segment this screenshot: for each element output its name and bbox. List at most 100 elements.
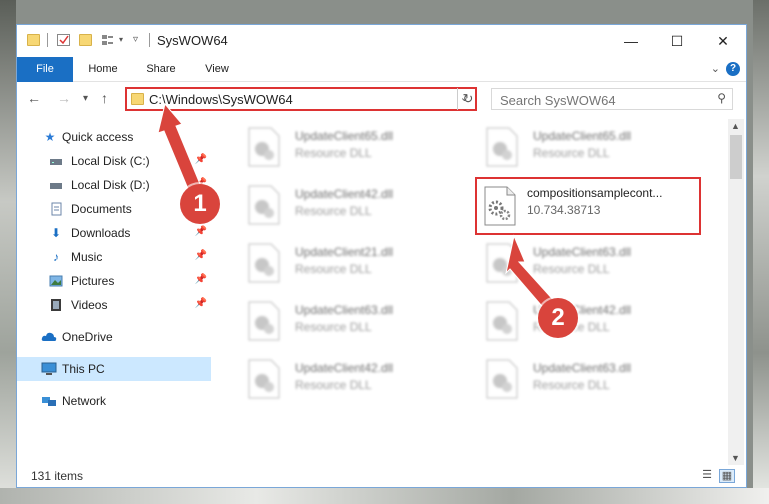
pin-icon[interactable]: 📌 xyxy=(195,298,207,309)
chevron-down-icon[interactable]: ▾ xyxy=(119,34,132,46)
dll-file-icon xyxy=(247,301,281,341)
forward-arrow-icon[interactable]: → xyxy=(57,90,71,106)
sidebar-item-quick-access[interactable]: ★ Quick access xyxy=(17,125,211,149)
scroll-up-icon[interactable]: ▲ xyxy=(731,121,740,131)
close-button[interactable]: ✕ xyxy=(700,25,746,57)
sidebar-item-onedrive[interactable]: OneDrive xyxy=(17,325,211,349)
file-explorer-window: ▾ ▿ SysWOW64 — ☐ ✕ File Home Share View … xyxy=(16,24,747,488)
properties-icon[interactable] xyxy=(57,34,70,46)
address-bar[interactable]: C:\Windows\SysWOW64 ⌄ xyxy=(125,87,477,111)
search-input[interactable] xyxy=(498,91,702,109)
minimize-button[interactable]: — xyxy=(608,25,654,57)
file-name: compositionsamplecont... xyxy=(527,186,663,200)
dll-file-icon xyxy=(247,359,281,399)
tab-view[interactable]: View xyxy=(193,57,241,81)
title-separator xyxy=(47,33,48,47)
desktop-background-bottom xyxy=(0,488,769,504)
file-item[interactable]: UpdateClient42.dll Resource DLL xyxy=(239,353,465,403)
navigation-bar: ← → ▾ ↑ C:\Windows\SysWOW64 ⌄ ↻ ⚲ xyxy=(17,82,746,118)
sidebar-item-label: Local Disk (C:) xyxy=(71,154,150,168)
dll-file-icon xyxy=(483,186,517,226)
customize-toolbar-icon[interactable]: ▿ xyxy=(133,34,146,46)
maximize-button[interactable]: ☐ xyxy=(654,25,700,57)
file-version: 10.734.38713 xyxy=(527,203,601,217)
file-name: UpdateClient42.dll xyxy=(295,187,394,201)
status-bar: 131 items ☰ ▦ xyxy=(17,465,746,487)
file-item[interactable]: UpdateClient65.dll Resource DLL xyxy=(239,121,465,171)
tab-share[interactable]: Share xyxy=(137,57,185,81)
callout-1-badge: 1 xyxy=(180,184,220,224)
sidebar-item-label: OneDrive xyxy=(62,330,113,344)
new-folder-icon[interactable] xyxy=(79,34,92,46)
item-count: 131 items xyxy=(31,469,84,483)
search-icon[interactable]: ⚲ xyxy=(717,91,726,105)
ribbon-tabs: File Home Share View ⌄ ? xyxy=(17,57,746,107)
file-name: UpdateClient21.dll xyxy=(295,245,394,259)
sidebar-item-label: Pictures xyxy=(71,274,115,288)
sidebar-item-label: This PC xyxy=(62,362,105,376)
sidebar-item-music[interactable]: ♪ Music 📌 xyxy=(17,245,211,269)
collapse-ribbon-icon[interactable]: ⌄ xyxy=(711,62,720,75)
sidebar-item-network[interactable]: Network xyxy=(17,389,211,413)
file-item[interactable]: UpdateClient63.dll Resource DLL xyxy=(239,295,465,345)
highlighted-file-item[interactable]: compositionsamplecont... 10.734.38713 xyxy=(475,177,701,235)
sidebar-item-label: Downloads xyxy=(71,226,131,240)
vertical-scrollbar[interactable]: ▲ ▼ xyxy=(728,119,744,465)
dll-file-icon xyxy=(485,127,519,167)
cloud-icon xyxy=(41,330,57,344)
details-view-icon[interactable]: ☰ xyxy=(699,469,715,483)
pin-icon[interactable]: 📌 xyxy=(195,274,207,285)
file-name: UpdateClient65.dll xyxy=(295,129,394,143)
help-icon[interactable]: ? xyxy=(726,62,740,76)
recent-locations-icon[interactable]: ▾ xyxy=(83,93,88,104)
file-item[interactable]: UpdateClient63.dll Resource DLL xyxy=(477,353,703,403)
file-item[interactable]: UpdateClient42.dll Resource DLL xyxy=(239,179,465,229)
file-name: UpdateClient63.dll xyxy=(533,245,632,259)
back-arrow-icon[interactable]: ← xyxy=(27,90,41,106)
file-name: UpdateClient63.dll xyxy=(295,303,394,317)
drive-icon xyxy=(49,154,63,168)
up-arrow-icon[interactable]: ↑ xyxy=(101,90,108,106)
videos-icon xyxy=(49,298,63,312)
file-item[interactable]: UpdateClient21.dll Resource DLL xyxy=(239,237,465,287)
scrollbar-thumb[interactable] xyxy=(730,135,742,179)
file-name: UpdateClient63.dll xyxy=(533,361,632,375)
dll-file-icon xyxy=(247,127,281,167)
pin-icon[interactable]: 📌 xyxy=(195,154,207,165)
file-name: UpdateClient65.dll xyxy=(533,129,632,143)
sidebar-item-downloads[interactable]: ⬇ Downloads 📌 xyxy=(17,221,211,245)
file-item[interactable]: UpdateClient42.dll Resource DLL xyxy=(477,295,703,345)
pin-icon[interactable]: 📌 xyxy=(195,226,207,237)
scroll-down-icon[interactable]: ▼ xyxy=(731,453,740,463)
quick-access-toolbar-icon[interactable] xyxy=(101,34,114,46)
file-type: Resource DLL xyxy=(295,378,372,392)
dll-file-icon xyxy=(247,185,281,225)
desktop-background-left xyxy=(0,0,16,504)
music-icon: ♪ xyxy=(53,250,59,264)
dll-file-icon xyxy=(247,243,281,283)
large-icons-view-icon[interactable]: ▦ xyxy=(719,469,735,483)
sidebar-item-pictures[interactable]: Pictures 📌 xyxy=(17,269,211,293)
file-type: Resource DLL xyxy=(295,320,372,334)
sidebar-item-local-disk-c[interactable]: Local Disk (C:) 📌 xyxy=(17,149,211,173)
file-item[interactable]: UpdateClient63.dll Resource DLL xyxy=(477,237,703,287)
documents-icon xyxy=(49,202,63,216)
drive-icon xyxy=(49,178,63,192)
file-type: Resource DLL xyxy=(533,146,610,160)
file-type: Resource DLL xyxy=(295,262,372,276)
dll-file-icon xyxy=(485,301,519,341)
tab-home[interactable]: Home xyxy=(79,57,127,81)
search-box[interactable]: ⚲ xyxy=(491,88,733,110)
star-icon: ★ xyxy=(44,130,56,144)
sidebar-item-label: Local Disk (D:) xyxy=(71,178,150,192)
sidebar-item-videos[interactable]: Videos 📌 xyxy=(17,293,211,317)
file-type: Resource DLL xyxy=(533,378,610,392)
pin-icon[interactable]: 📌 xyxy=(195,250,207,261)
refresh-icon[interactable]: ↻ xyxy=(457,88,478,110)
window-title: SysWOW64 xyxy=(157,33,228,48)
address-path[interactable]: C:\Windows\SysWOW64 xyxy=(149,92,293,107)
file-item[interactable]: UpdateClient65.dll Resource DLL xyxy=(477,121,703,171)
sidebar-item-label: Network xyxy=(62,394,107,408)
file-type: Resource DLL xyxy=(533,262,610,276)
sidebar-item-this-pc[interactable]: This PC xyxy=(17,357,211,381)
